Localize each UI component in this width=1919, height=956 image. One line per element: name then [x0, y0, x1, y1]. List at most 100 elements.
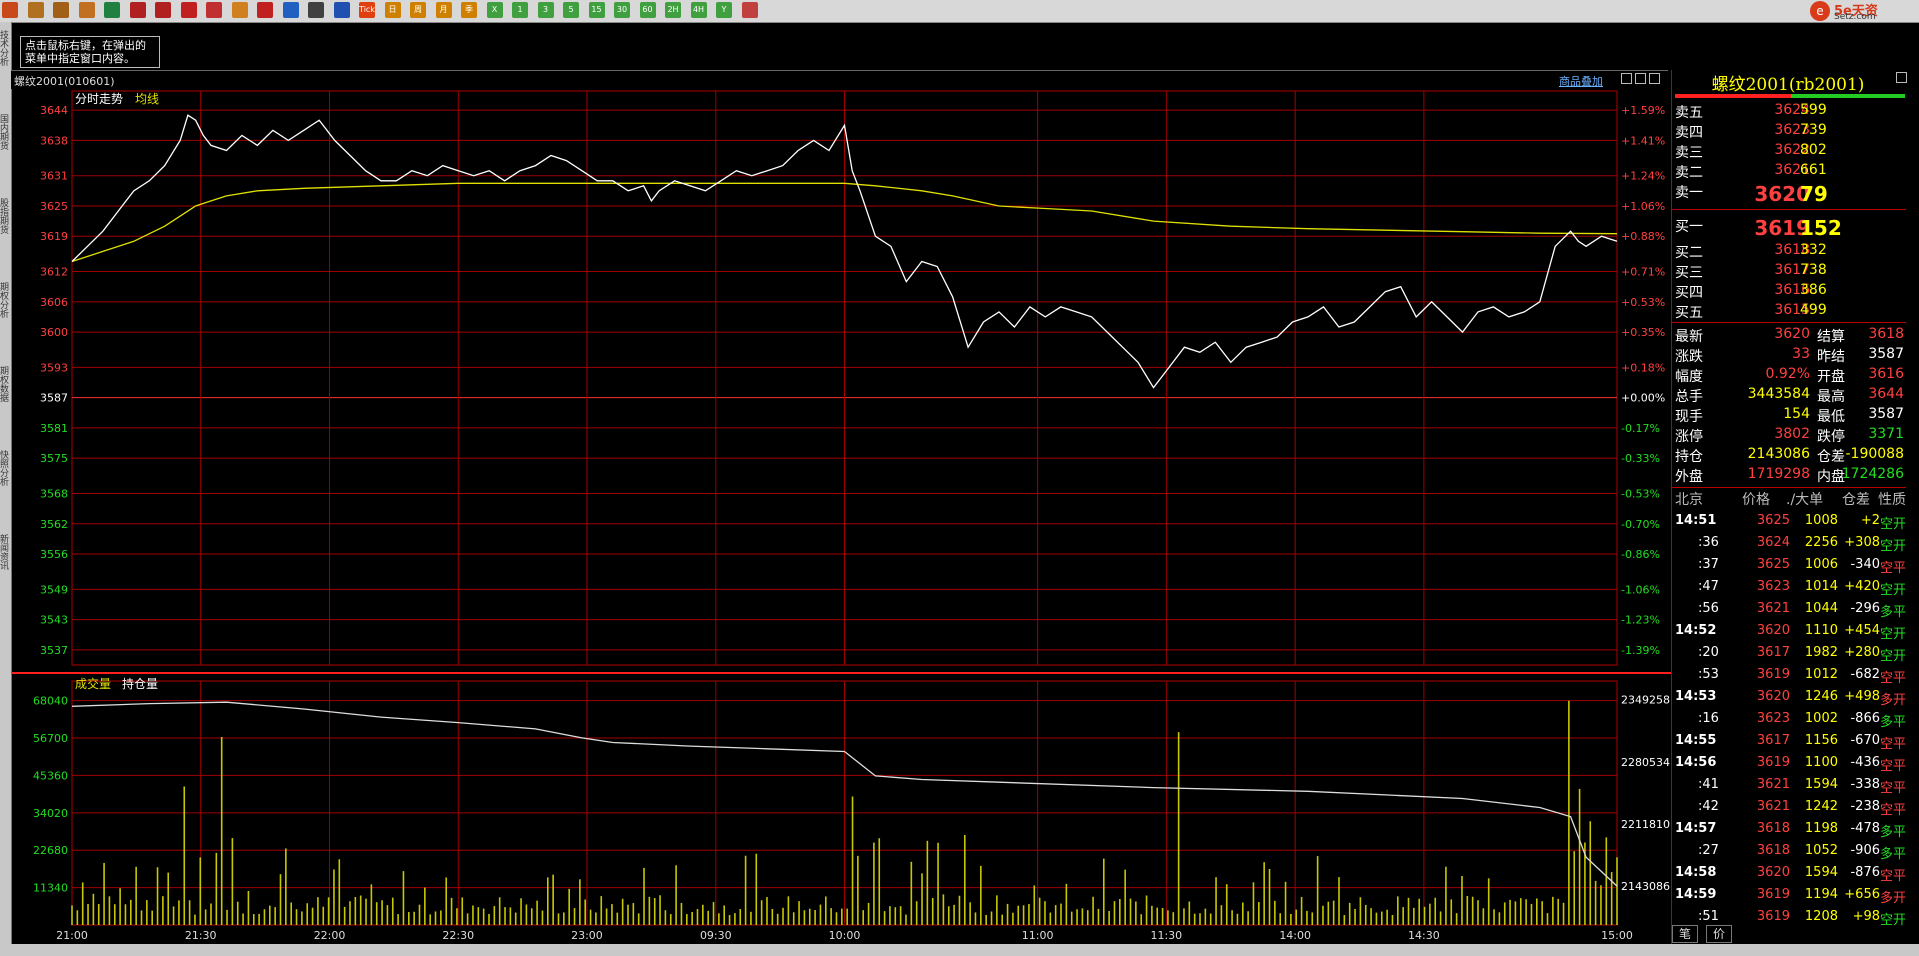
trade-volume: 1198 — [1804, 821, 1838, 836]
pct-tick-label: -0.70% — [1621, 518, 1660, 531]
legend-oi: 持仓量 — [122, 676, 158, 691]
trade-volume: 1006 — [1804, 557, 1838, 572]
trade-type: 空平 — [1880, 561, 1907, 576]
trade-price: 3619 — [1756, 667, 1790, 682]
time-tick-label: 21:00 — [56, 929, 88, 942]
trade-oi-change: -682 — [1850, 667, 1880, 682]
trade-type: 空开 — [1880, 539, 1907, 554]
trade-row: 14:52 3620 1110 +454 空开 — [1672, 621, 1912, 643]
separator — [1672, 322, 1906, 323]
pct-tick-label: +1.06% — [1621, 200, 1665, 213]
trade-row: :20 3617 1982 +280 空开 — [1672, 643, 1912, 665]
pct-tick-label: +1.41% — [1621, 134, 1665, 147]
ask1-price: 3620 — [1754, 182, 1810, 206]
trade-volume: 1052 — [1804, 843, 1838, 858]
trade-row: :37 3625 1006 -340 空平 — [1672, 555, 1912, 577]
legend-avg: 均线 — [135, 92, 159, 106]
trade-time: :37 — [1698, 557, 1719, 572]
time-tick-label: 14:00 — [1279, 929, 1311, 942]
th-time: 北京 — [1675, 492, 1703, 508]
price-tick-label: 3619 — [40, 230, 68, 243]
ask-row: 卖三 3622 802 — [1672, 142, 1906, 162]
trade-volume: 1156 — [1804, 733, 1838, 748]
pct-tick-label: +1.59% — [1621, 104, 1665, 117]
stat-label: 涨跌 — [1675, 349, 1703, 365]
stat-label: 外盘 — [1675, 469, 1703, 485]
trade-type: 空平 — [1880, 737, 1907, 752]
trade-row: :56 3621 1044 -296 多平 — [1672, 599, 1912, 621]
volume-tick-label: 22680 — [33, 844, 68, 857]
volume-tick-label: 34020 — [33, 807, 68, 820]
trade-type: 空平 — [1880, 781, 1907, 796]
stat-value: 0.92% — [1765, 366, 1810, 382]
pct-tick-label: +0.35% — [1621, 326, 1665, 339]
trade-oi-change: -866 — [1850, 711, 1880, 726]
bid-label: 买二 — [1675, 245, 1703, 261]
ask-volume: 739 — [1800, 122, 1827, 138]
trade-price: 3620 — [1756, 689, 1790, 704]
pct-tick-label: -1.23% — [1621, 614, 1660, 627]
bid-label: 买三 — [1675, 265, 1703, 281]
price-tick-label: 3625 — [40, 200, 68, 213]
trade-row: 14:53 3620 1246 +498 多开 — [1672, 687, 1912, 709]
trade-oi-change: -876 — [1850, 865, 1880, 880]
trade-header: 北京 价格 ./大单 仓差 性质 — [1672, 489, 1906, 509]
trade-volume: 1208 — [1804, 909, 1838, 924]
quote-panel: 螺纹2001(rb2001) 卖五 3624 599 卖四 3623 739 卖三 3622 8… — [1671, 70, 1919, 956]
pct-tick-label: -0.86% — [1621, 548, 1660, 561]
volume-tick-label: 56700 — [33, 732, 68, 745]
quote-maximize-icon[interactable] — [1896, 72, 1907, 83]
stat-row: 持仓 2143086 仓差 -190088 — [1672, 446, 1906, 466]
trade-row: 14:59 3619 1194 +656 多开 — [1672, 885, 1912, 907]
trade-time: :27 — [1698, 843, 1719, 858]
price-tick-label: 3575 — [40, 452, 68, 465]
trade-oi-change: -478 — [1850, 821, 1880, 836]
volume-tick-label: 45360 — [33, 769, 68, 782]
trade-type: 空平 — [1880, 803, 1907, 818]
trade-price: 3623 — [1756, 579, 1790, 594]
bid-row: 买四 3616 386 — [1672, 282, 1906, 302]
pct-tick-label: +0.88% — [1621, 230, 1665, 243]
trade-time: :51 — [1698, 909, 1719, 924]
time-tick-label: 11:30 — [1150, 929, 1182, 942]
stat-row: 涨停 3802 跌停 3371 — [1672, 426, 1906, 446]
trade-oi-change: +420 — [1844, 579, 1880, 594]
trade-row: :53 3619 1012 -682 空平 — [1672, 665, 1912, 687]
pct-tick-label: +0.00% — [1621, 392, 1665, 405]
th-oi: 仓差 — [1842, 492, 1870, 508]
status-bar — [0, 944, 1919, 956]
trade-row: 14:56 3619 1100 -436 空平 — [1672, 753, 1912, 775]
trade-price: 3625 — [1756, 557, 1790, 572]
stat-label: 总手 — [1675, 389, 1703, 405]
trade-row: 14:55 3617 1156 -670 空平 — [1672, 731, 1912, 753]
intraday-chart[interactable]: 3644 +1.59% 3638 +1.41% 3631 +1.24% 3625 +1.06%… — [0, 0, 1671, 944]
trade-time: 14:56 — [1675, 755, 1717, 770]
trade-price: 3619 — [1756, 909, 1790, 924]
trade-row: :47 3623 1014 +420 空开 — [1672, 577, 1912, 599]
trade-time: 14:52 — [1675, 623, 1717, 638]
trade-time: 14:55 — [1675, 733, 1717, 748]
ask-volume: 599 — [1800, 102, 1827, 118]
stat-row: 总手 3443584 最高 3644 — [1672, 386, 1906, 406]
trade-price: 3620 — [1756, 623, 1790, 638]
tab-price[interactable]: 价 — [1706, 925, 1733, 943]
separator — [1672, 209, 1906, 210]
trade-type: 多开 — [1880, 891, 1907, 906]
stat-value: 3443584 — [1747, 386, 1810, 402]
logo-subtext: Setz.com — [1834, 12, 1876, 22]
trade-type: 多平 — [1880, 825, 1907, 840]
time-tick-label: 11:00 — [1022, 929, 1054, 942]
tab-ticks[interactable]: 笔 — [1672, 925, 1699, 943]
stat-label: 现手 — [1675, 409, 1703, 425]
pct-tick-label: +0.71% — [1621, 266, 1665, 279]
trade-oi-change: -338 — [1850, 777, 1880, 792]
oi-tick-label: 2211810 — [1621, 818, 1670, 831]
bid-row: 买三 3617 738 — [1672, 262, 1906, 282]
bid1-label: 买一 — [1675, 219, 1703, 235]
stat-label: 幅度 — [1675, 369, 1703, 385]
trade-oi-change: -296 — [1850, 601, 1880, 616]
trade-time: 14:59 — [1675, 887, 1717, 902]
trade-oi-change: -340 — [1850, 557, 1880, 572]
trade-oi-change: +280 — [1844, 645, 1880, 660]
trade-volume: 1012 — [1804, 667, 1838, 682]
